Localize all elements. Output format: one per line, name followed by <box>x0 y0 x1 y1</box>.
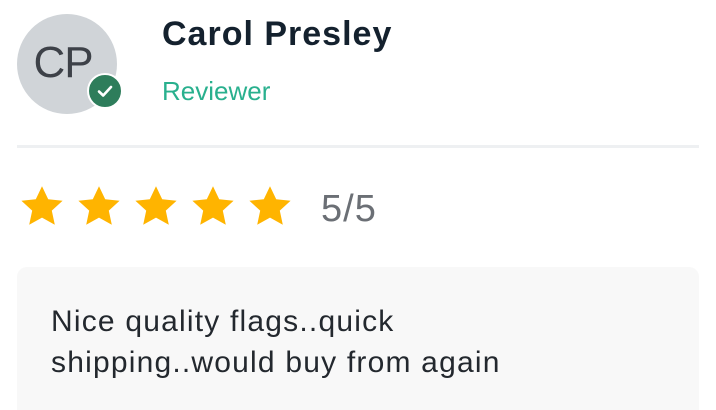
star-icon <box>135 186 177 225</box>
review-card: CP Carol Presley Reviewer 5/5 Nice quali… <box>0 0 716 410</box>
star-icon <box>192 186 234 225</box>
reviewer-name: Carol Presley <box>162 15 393 53</box>
divider <box>17 145 699 148</box>
star-icon <box>249 186 291 225</box>
star-icon <box>78 186 120 225</box>
avatar-initials: CP <box>33 38 93 87</box>
rating-score: 5/5 <box>321 188 377 230</box>
review-body: Nice quality flags..quick shipping..woul… <box>17 267 699 410</box>
star-rating <box>17 183 295 231</box>
star-icon <box>21 186 63 225</box>
reviewer-role: Reviewer <box>162 76 271 106</box>
verified-check-icon <box>87 73 123 109</box>
review-text: Nice quality flags..quick shipping..woul… <box>51 305 501 379</box>
